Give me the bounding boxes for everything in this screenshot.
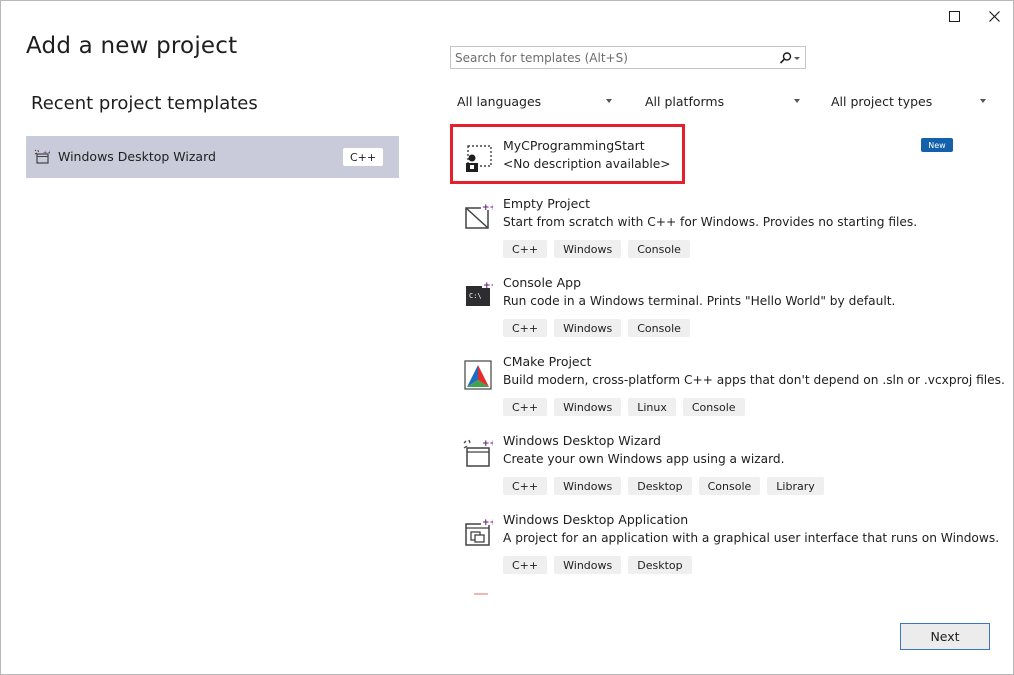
windows-desktop-wizard-icon: ++ (34, 149, 50, 164)
tag-console: Console (698, 477, 761, 495)
template-item-windows-desktop-application[interactable]: ++ Windows Desktop Application A project… (457, 512, 1000, 582)
windows-desktop-application-icon: ++ (465, 518, 493, 546)
close-button[interactable] (976, 3, 1012, 29)
recent-templates-heading: Recent project templates (31, 93, 258, 114)
template-description: Build modern, cross-platform C++ apps th… (503, 373, 1005, 387)
maximize-icon (948, 10, 960, 22)
template-description: Create your own Windows app using a wiza… (503, 452, 785, 466)
recent-item-windows-desktop-wizard[interactable]: ++ Windows Desktop Wizard C++ (26, 136, 399, 178)
language-filter-dropdown[interactable]: All languages (450, 90, 618, 112)
template-tags: C++ Windows Linux Console (503, 398, 745, 416)
template-description: Run code in a Windows terminal. Prints "… (503, 294, 896, 308)
tag-cpp: C++ (503, 319, 548, 337)
tag-linux: Linux (628, 398, 676, 416)
template-tags: C++ Windows Desktop Console Library (503, 477, 824, 495)
search-button[interactable] (775, 47, 805, 68)
recent-item-label: Windows Desktop Wizard (58, 149, 216, 164)
chevron-down-icon (794, 99, 800, 103)
template-description: Start from scratch with C++ for Windows.… (503, 215, 918, 229)
tag-cpp: C++ (503, 477, 548, 495)
tag-windows: Windows (554, 319, 622, 337)
tag-cpp: C++ (503, 398, 548, 416)
template-name: Windows Desktop Application (503, 512, 689, 527)
tag-windows: Windows (554, 398, 622, 416)
maximize-button[interactable] (936, 3, 972, 29)
dialog-window: Add a new project Recent project templat… (0, 0, 1014, 675)
search-icon (779, 51, 800, 64)
chevron-down-icon (606, 99, 612, 103)
platform-filter-dropdown[interactable]: All platforms (638, 90, 806, 112)
template-item-empty-project[interactable]: ++ Empty Project Start from scratch with… (457, 196, 997, 266)
clipped-template-row (457, 583, 997, 597)
search-input[interactable] (451, 47, 775, 68)
template-item-console-app[interactable]: C:\ ++ Console App Run code in a Windows… (457, 275, 997, 345)
new-badge: New (921, 138, 953, 152)
tag-library: Library (767, 477, 824, 495)
chevron-down-icon (980, 99, 986, 103)
highlight-box (450, 124, 685, 184)
template-search-box[interactable] (450, 46, 806, 69)
page-title: Add a new project (26, 33, 238, 59)
svg-text:++: ++ (483, 281, 493, 291)
project-type-filter-value: All project types (831, 93, 933, 109)
tag-desktop: Desktop (628, 556, 692, 574)
cmake-icon (464, 360, 492, 390)
recent-item-language-tag: C++ (343, 148, 383, 166)
template-name: Windows Desktop Wizard (503, 433, 661, 448)
language-filter-value: All languages (457, 93, 542, 109)
template-name: Empty Project (503, 196, 591, 211)
tag-windows: Windows (554, 240, 622, 258)
template-name: CMake Project (503, 354, 592, 369)
template-item-windows-desktop-wizard[interactable]: ++ Windows Desktop Wizard Create your ow… (457, 433, 997, 503)
svg-text:++: ++ (43, 150, 50, 156)
tag-desktop: Desktop (628, 477, 692, 495)
platform-filter-value: All platforms (645, 93, 725, 109)
template-name: Console App (503, 275, 582, 290)
svg-text:++: ++ (482, 518, 493, 528)
partial-template-icon (474, 593, 488, 595)
tag-console: Console (628, 319, 690, 337)
template-tags: C++ Windows Console (503, 240, 690, 258)
windows-desktop-wizard-icon: ++ (463, 439, 493, 467)
svg-text:++: ++ (482, 203, 493, 213)
console-app-icon: C:\ ++ (466, 281, 493, 306)
svg-text:++: ++ (482, 439, 493, 449)
template-item-cmake-project[interactable]: CMake Project Build modern, cross-platfo… (457, 354, 1005, 424)
tag-cpp: C++ (503, 556, 548, 574)
template-tags: C++ Windows Desktop (503, 556, 692, 574)
template-tags: C++ Windows Console (503, 319, 690, 337)
close-icon (988, 10, 1000, 22)
svg-text:C:\: C:\ (469, 292, 482, 300)
tag-windows: Windows (554, 556, 622, 574)
tag-cpp: C++ (503, 240, 548, 258)
template-description: A project for an application with a grap… (503, 531, 1000, 545)
tag-console: Console (628, 240, 690, 258)
project-type-filter-dropdown[interactable]: All project types (824, 90, 992, 112)
tag-windows: Windows (554, 477, 622, 495)
empty-project-icon: ++ (465, 203, 493, 229)
tag-console: Console (682, 398, 745, 416)
next-button[interactable]: Next (900, 623, 990, 650)
